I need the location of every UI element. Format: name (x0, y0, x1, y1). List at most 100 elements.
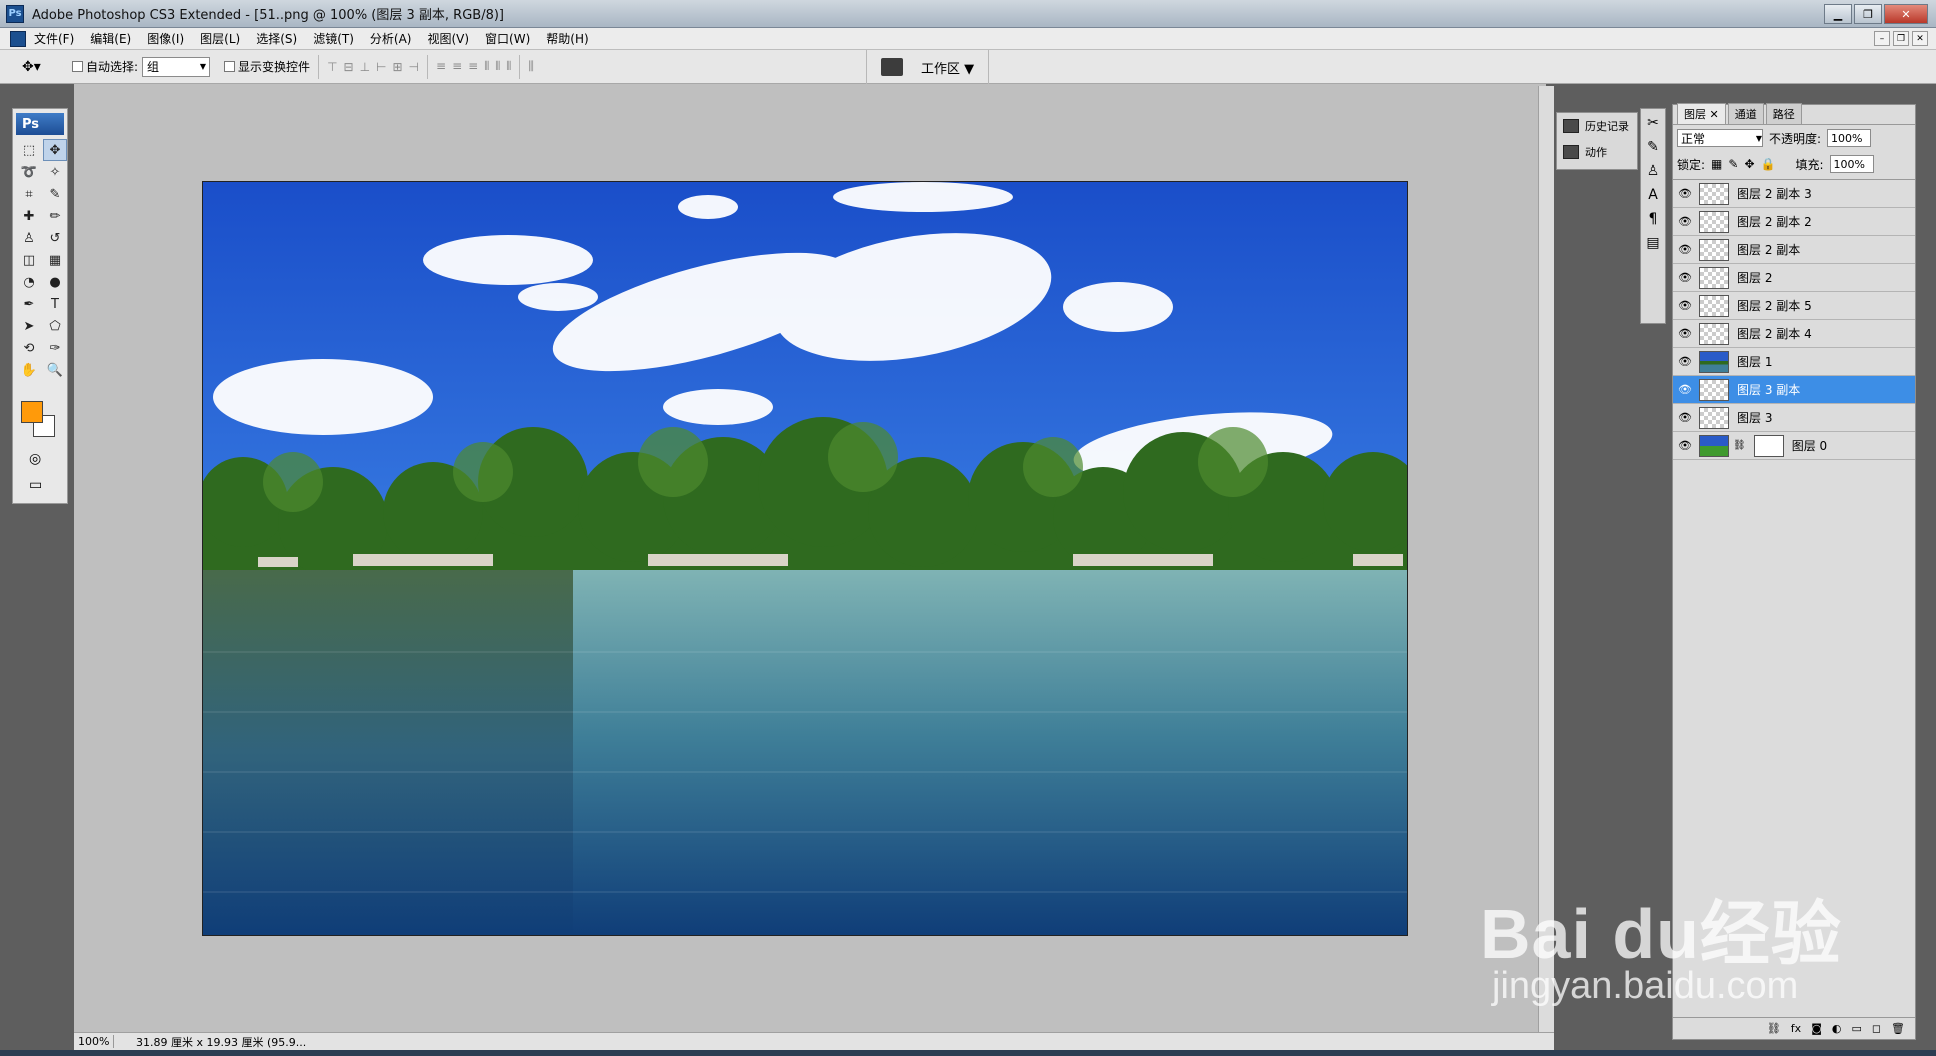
gradient-tool-icon[interactable]: ▦ (43, 249, 67, 271)
layer-row[interactable]: 👁 ⛓ 图层 0 (1673, 432, 1915, 460)
history-panel-button[interactable]: 历史记录 (1557, 113, 1637, 139)
menu-layer[interactable]: 图层(L) (192, 30, 248, 47)
align-top-icon[interactable]: ⊤ (327, 60, 337, 74)
adjustment-layer-icon[interactable]: ◐ (1832, 1022, 1842, 1035)
menu-analysis[interactable]: 分析(A) (362, 30, 420, 47)
move-tool-icon[interactable]: ✥ (43, 139, 67, 161)
minimize-button[interactable]: ▁ (1824, 4, 1852, 24)
slice-tool-icon[interactable]: ✎ (43, 183, 67, 205)
menu-select[interactable]: 选择(S) (248, 30, 305, 47)
menu-image[interactable]: 图像(I) (139, 30, 192, 47)
hand-tool-icon[interactable]: ✋ (17, 359, 41, 381)
new-layer-icon[interactable]: ◻ (1872, 1022, 1881, 1035)
layer-row[interactable]: 👁 图层 1 (1673, 348, 1915, 376)
marquee-tool-icon[interactable]: ⬚ (17, 139, 41, 161)
visibility-eye-icon[interactable]: 👁 (1673, 327, 1697, 340)
align-bottom-icon[interactable]: ⊥ (360, 60, 370, 74)
fill-field[interactable]: 100% (1829, 155, 1874, 173)
layer-row[interactable]: 👁 图层 2 副本 (1673, 236, 1915, 264)
menu-help[interactable]: 帮助(H) (538, 30, 596, 47)
visibility-eye-icon[interactable]: 👁 (1673, 271, 1697, 284)
eyedropper-tool-icon[interactable]: ✑ (43, 337, 67, 359)
tab-paths[interactable]: 路径 (1765, 103, 1802, 124)
lock-pixels-icon[interactable]: ✎ (1728, 157, 1738, 171)
distribute-bottom-icon[interactable]: ≡ (468, 59, 478, 74)
3d-rotate-tool-icon[interactable]: ⟲ (17, 337, 41, 359)
layer-row[interactable]: 👁 图层 2 副本 3 (1673, 180, 1915, 208)
menu-view[interactable]: 视图(V) (419, 30, 477, 47)
delete-layer-icon[interactable]: 🗑 (1891, 1022, 1905, 1035)
canvas-vertical-scrollbar[interactable] (1538, 86, 1554, 1032)
doc-minimize-button[interactable]: – (1874, 31, 1890, 46)
actions-panel-button[interactable]: 动作 (1557, 139, 1637, 165)
brushes-icon[interactable]: ✎ (1647, 139, 1659, 155)
eraser-tool-icon[interactable]: ◫ (17, 249, 41, 271)
lock-position-icon[interactable]: ✥ (1744, 157, 1754, 171)
lasso-tool-icon[interactable]: ➰ (17, 161, 41, 183)
brush-tool-icon[interactable]: ✏ (43, 205, 67, 227)
history-brush-tool-icon[interactable]: ↺ (43, 227, 67, 249)
bridge-icon[interactable] (881, 58, 903, 76)
paragraph-icon[interactable]: ¶ (1649, 211, 1658, 227)
menu-window[interactable]: 窗口(W) (477, 30, 538, 47)
zoom-level[interactable]: 100% (74, 1035, 114, 1048)
close-button[interactable]: ✕ (1884, 4, 1928, 24)
crop-tool-icon[interactable]: ⌗ (17, 183, 41, 205)
layer-row[interactable]: 👁 图层 3 (1673, 404, 1915, 432)
path-selection-tool-icon[interactable]: ➤ (17, 315, 41, 337)
distribute-top-icon[interactable]: ≡ (436, 59, 446, 74)
healing-brush-tool-icon[interactable]: ✚ (17, 205, 41, 227)
visibility-eye-icon[interactable]: 👁 (1673, 299, 1697, 312)
quick-mask-icon[interactable]: ◎ (29, 451, 41, 467)
clone-stamp-tool-icon[interactable]: ♙ (17, 227, 41, 249)
layer-row[interactable]: 👁 图层 2 副本 2 (1673, 208, 1915, 236)
align-vcenter-icon[interactable]: ⊟ (344, 60, 354, 74)
layer-row[interactable]: 👁 图层 2 副本 4 (1673, 320, 1915, 348)
auto-select-dropdown[interactable]: 组 ▼ (142, 56, 211, 77)
auto-select-checkbox[interactable]: 自动选择: (72, 58, 138, 75)
distribute-left-icon[interactable]: ⫴ (484, 59, 489, 74)
clone-source-icon[interactable]: ♙ (1647, 163, 1660, 179)
menu-edit[interactable]: 编辑(E) (82, 30, 139, 47)
layer-mask-thumbnail[interactable] (1753, 434, 1784, 457)
auto-align-icon[interactable]: ⫼ (528, 59, 534, 74)
dodge-tool-icon[interactable]: ● (43, 271, 67, 293)
tab-channels[interactable]: 通道 (1727, 103, 1764, 124)
type-tool-icon[interactable]: T (43, 293, 67, 315)
screen-mode-icon[interactable]: ▭ (29, 477, 42, 493)
magic-wand-tool-icon[interactable]: ✧ (43, 161, 67, 183)
add-mask-icon[interactable]: ◙ (1811, 1022, 1822, 1035)
distribute-buttons[interactable]: ≡ ≡ ≡ ⫴ ⫴ ⫴ (436, 59, 511, 74)
visibility-eye-icon[interactable]: 👁 (1673, 215, 1697, 228)
tool-presets-icon[interactable]: ✂ (1647, 115, 1659, 131)
distribute-hcenter-icon[interactable]: ⫴ (495, 59, 500, 74)
lock-transparency-icon[interactable]: ▦ (1711, 157, 1722, 171)
visibility-eye-icon[interactable]: 👁 (1673, 243, 1697, 256)
align-right-icon[interactable]: ⊣ (409, 60, 419, 74)
blend-mode-dropdown[interactable]: 正常 ▼ (1677, 129, 1763, 147)
opacity-field[interactable]: 100% (1827, 129, 1872, 147)
maximize-button[interactable]: ❐ (1854, 4, 1882, 24)
layer-row-selected[interactable]: 👁 图层 3 副本 (1673, 376, 1915, 404)
menu-file[interactable]: 文件(F) (26, 30, 82, 47)
shape-tool-icon[interactable]: ⬠ (43, 315, 67, 337)
distribute-right-icon[interactable]: ⫴ (506, 59, 511, 74)
document-canvas[interactable] (202, 181, 1408, 936)
new-group-icon[interactable]: ▭ (1851, 1022, 1861, 1035)
layer-comps-icon[interactable]: ▤ (1646, 235, 1659, 251)
pen-tool-icon[interactable]: ✒ (17, 293, 41, 315)
doc-restore-button[interactable]: ❐ (1893, 31, 1909, 46)
link-layers-icon[interactable]: ⛓ (1767, 1022, 1781, 1035)
show-transform-checkbox[interactable]: 显示变换控件 (224, 58, 310, 75)
mask-link-icon[interactable]: ⛓ (1733, 440, 1746, 451)
visibility-eye-icon[interactable]: 👁 (1673, 439, 1697, 452)
character-icon[interactable]: A (1648, 187, 1658, 203)
align-hcenter-icon[interactable]: ⊞ (392, 60, 402, 74)
align-buttons[interactable]: ⊤ ⊟ ⊥ ⊢ ⊞ ⊣ (327, 60, 419, 74)
layer-row[interactable]: 👁 图层 2 副本 5 (1673, 292, 1915, 320)
zoom-tool-icon[interactable]: 🔍 (43, 359, 67, 381)
move-tool-preset-icon[interactable]: ✥▾ (22, 56, 58, 78)
visibility-eye-icon[interactable]: 👁 (1673, 355, 1697, 368)
foreground-color-swatch[interactable] (21, 401, 43, 423)
align-left-icon[interactable]: ⊢ (376, 60, 386, 74)
